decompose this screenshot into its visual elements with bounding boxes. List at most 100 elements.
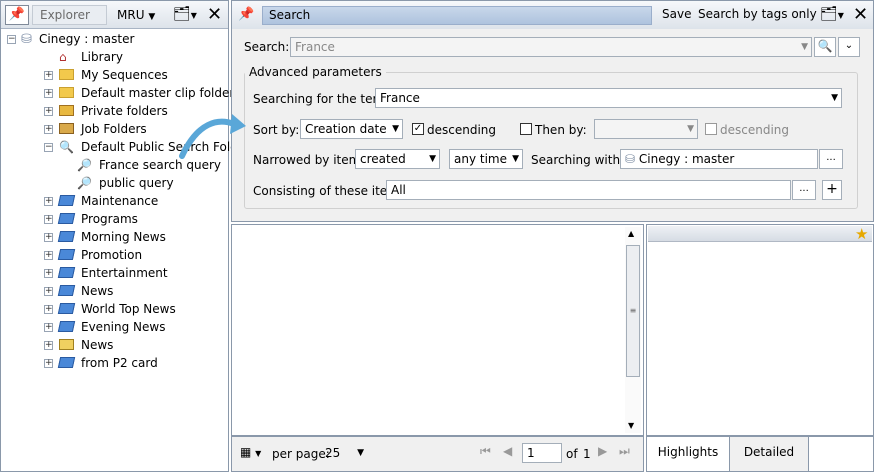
mru-label: MRU: [117, 8, 145, 22]
then-by-checkbox[interactable]: [520, 123, 532, 135]
close-icon[interactable]: ✕: [853, 6, 868, 24]
properties-button[interactable]: 🗂▼: [820, 6, 844, 22]
page-value: 1: [527, 446, 535, 460]
search-icon: 🔍: [817, 39, 833, 53]
tree-item[interactable]: ⌂ Library: [1, 48, 226, 66]
tree-item[interactable]: + Entertainment: [1, 264, 226, 282]
pin-button[interactable]: 📌: [5, 5, 29, 25]
last-page-icon[interactable]: ⏭: [619, 444, 630, 459]
tree-item-label: News: [81, 338, 114, 352]
scroll-up-icon[interactable]: ▲: [628, 229, 634, 238]
tree-item[interactable]: + Evening News: [1, 318, 226, 336]
search-folder-icon: 🔍: [59, 140, 74, 154]
next-page-icon[interactable]: ▶: [598, 444, 607, 458]
save-button[interactable]: Save: [662, 7, 691, 21]
chevron-down-icon: ▼: [801, 42, 808, 52]
tree-item[interactable]: + News: [1, 336, 226, 354]
explorer-tab[interactable]: Explorer: [32, 5, 107, 25]
consisting-browse-button[interactable]: ...: [792, 180, 816, 200]
of-label: of: [566, 447, 578, 461]
tree-item-label: Cinegy : master: [39, 32, 135, 46]
sort-by-select[interactable]: Creation date ▼: [300, 119, 403, 139]
expand-icon[interactable]: +: [44, 251, 53, 260]
page-input[interactable]: 1: [522, 443, 562, 463]
search-input[interactable]: France ▼: [290, 37, 812, 57]
tree-item-label: Entertainment: [81, 266, 168, 280]
expand-icon[interactable]: +: [44, 215, 53, 224]
properties-button[interactable]: 🗂▼: [173, 6, 197, 22]
expand-icon[interactable]: +: [44, 89, 53, 98]
tree-item[interactable]: + World Top News: [1, 300, 226, 318]
per-page-select[interactable]: 25 ▼: [320, 443, 368, 463]
bin-icon: [57, 282, 76, 296]
consisting-input[interactable]: All: [386, 180, 791, 200]
expand-icon[interactable]: +: [44, 305, 53, 314]
mru-dropdown[interactable]: MRU ▼: [117, 6, 155, 26]
chevron-down-icon: ▼: [687, 124, 694, 134]
pager-bar: ▦ ▼ per page: 25 ▼ ⏮ ◀ 1 of 1 ▶ ⏭: [231, 436, 644, 472]
vertical-scrollbar[interactable]: ▲ ≡ ▼: [625, 227, 641, 433]
chevron-down-icon: ▼: [255, 449, 262, 458]
scroll-down-icon[interactable]: ▼: [628, 421, 634, 430]
narrowed-value: created: [360, 152, 406, 166]
expand-icon[interactable]: +: [44, 107, 53, 116]
sort-by-label: Sort by:: [253, 123, 300, 137]
expand-icon[interactable]: +: [44, 125, 53, 134]
tree-item[interactable]: + News: [1, 282, 226, 300]
expand-icon[interactable]: +: [44, 287, 53, 296]
within-browse-button[interactable]: ...: [819, 149, 843, 169]
then-by-select[interactable]: ▼: [594, 119, 698, 139]
expand-icon[interactable]: +: [44, 323, 53, 332]
folder-icon: [59, 66, 76, 80]
tree-item[interactable]: + Maintenance: [1, 192, 226, 210]
tree-item[interactable]: + Morning News: [1, 228, 226, 246]
search-by-tags-button[interactable]: Search by tags only: [698, 7, 817, 21]
narrowed-select[interactable]: created ▼: [355, 149, 440, 169]
time-select[interactable]: any time ▼: [449, 149, 523, 169]
tree-item[interactable]: − ⛁ Cinegy : master: [1, 30, 226, 48]
collapse-icon[interactable]: −: [7, 35, 16, 44]
first-page-icon[interactable]: ⏮: [480, 444, 491, 459]
tree-item[interactable]: 🔎 public query: [1, 174, 226, 192]
bin-icon: [57, 192, 76, 206]
expand-icon[interactable]: +: [44, 341, 53, 350]
expand-icon[interactable]: +: [44, 71, 53, 80]
tab-highlights[interactable]: Highlights: [647, 437, 729, 471]
tree-item[interactable]: + My Sequences: [1, 66, 226, 84]
star-icon[interactable]: ★: [855, 225, 868, 243]
drag-arrow-icon: [179, 114, 246, 159]
expand-advanced-button[interactable]: ⌄: [838, 37, 860, 57]
tree-item[interactable]: + Promotion: [1, 246, 226, 264]
narrowed-label: Narrowed by items:: [253, 153, 371, 167]
scrollbar-thumb[interactable]: ≡: [626, 245, 640, 377]
results-list[interactable]: ▲ ≡ ▼: [231, 224, 644, 436]
library-house-icon: ⌂: [59, 50, 67, 64]
collapse-icon[interactable]: −: [44, 143, 53, 152]
bin-icon: [57, 300, 76, 314]
pin-icon[interactable]: 📌: [238, 7, 254, 22]
chevron-down-icon: ▼: [392, 124, 399, 134]
time-value: any time: [454, 152, 507, 166]
add-icon[interactable]: +: [822, 180, 842, 200]
descending-checkbox[interactable]: ✓: [412, 123, 424, 135]
tree-item[interactable]: + from P2 card: [1, 354, 226, 372]
prev-page-icon[interactable]: ◀: [503, 444, 512, 458]
terms-input[interactable]: France ▼: [375, 88, 842, 108]
tree-item-label: Maintenance: [81, 194, 159, 208]
close-icon[interactable]: ✕: [207, 6, 222, 24]
expand-icon[interactable]: +: [44, 359, 53, 368]
tree-item-label: News: [81, 284, 114, 298]
search-button[interactable]: 🔍: [814, 37, 836, 57]
tab-detailed[interactable]: Detailed: [729, 437, 809, 471]
search-query-icon: 🔎: [77, 176, 92, 190]
tree-item-label: Default master clip folder: [81, 86, 235, 100]
expand-icon[interactable]: +: [44, 233, 53, 242]
tree-item[interactable]: + Programs: [1, 210, 226, 228]
tree-item[interactable]: + Default master clip folder: [1, 84, 234, 102]
expand-icon[interactable]: +: [44, 197, 53, 206]
descending2-label: descending: [720, 123, 790, 137]
expand-icon[interactable]: +: [44, 269, 53, 278]
within-input[interactable]: ⛁ Cinegy : master: [620, 149, 818, 169]
view-mode-button[interactable]: ▦ ▼: [240, 445, 261, 459]
descending2-checkbox[interactable]: [705, 123, 717, 135]
